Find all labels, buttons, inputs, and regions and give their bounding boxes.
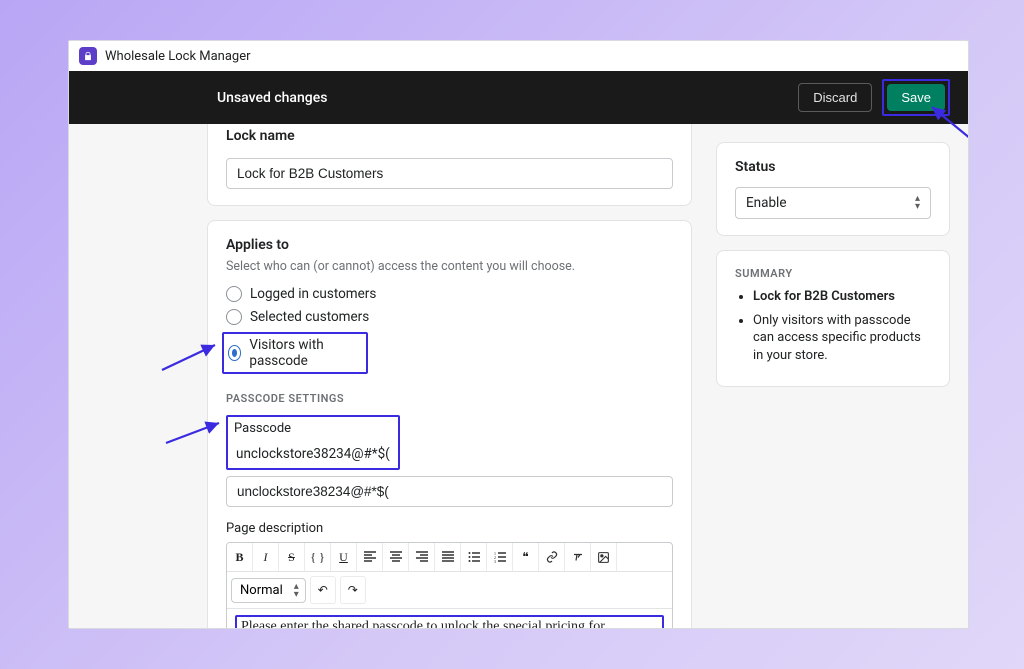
radio-icon — [226, 286, 242, 302]
radio-label: Logged in customers — [250, 286, 376, 302]
list-ol-button[interactable]: 123 — [487, 543, 513, 571]
radio-icon — [228, 345, 241, 361]
quote-button[interactable]: ❝ — [513, 543, 539, 571]
bold-button[interactable]: B — [227, 543, 253, 571]
status-value: Enable — [746, 195, 787, 211]
format-select[interactable]: Normal ▴▾ — [231, 578, 306, 603]
align-right-button[interactable] — [409, 543, 435, 571]
status-select[interactable]: Enable ▴▾ — [735, 187, 931, 219]
status-card: Status Enable ▴▾ — [716, 142, 950, 236]
passcode-section-label: PASSCODE SETTINGS — [226, 392, 673, 405]
summary-card: SUMMARY Lock for B2B Customers Only visi… — [716, 250, 950, 387]
save-button-highlight: Save — [882, 79, 950, 116]
radio-label: Selected customers — [250, 309, 369, 325]
page-description-label: Page description — [226, 521, 673, 536]
app-window: Wholesale Lock Manager Unsaved changes D… — [68, 40, 969, 629]
link-button[interactable] — [539, 543, 565, 571]
strike-button[interactable]: S — [279, 543, 305, 571]
app-title: Wholesale Lock Manager — [105, 49, 251, 64]
align-center-button[interactable] — [383, 543, 409, 571]
image-button[interactable] — [591, 543, 617, 571]
applies-to-card: Applies to Select who can (or cannot) ac… — [207, 220, 692, 628]
passcode-highlight: Passcode unclockstore38234@#*$( — [226, 415, 400, 470]
align-justify-button[interactable] — [435, 543, 461, 571]
unsaved-changes-bar: Unsaved changes Discard Save — [69, 71, 968, 124]
code-button[interactable]: { } — [305, 543, 331, 571]
editor-text: Please enter the shared passcode to unlo… — [241, 619, 605, 628]
passcode-label: Passcode — [234, 421, 392, 436]
page-content: Lock name Applies to Select who can (or … — [69, 124, 968, 628]
applies-to-subtitle: Select who can (or cannot) access the co… — [226, 259, 673, 274]
annotation-arrow — [160, 340, 222, 374]
lock-name-label: Lock name — [226, 128, 673, 144]
radio-visitors-passcode[interactable]: Visitors with passcode — [222, 332, 673, 374]
summary-title: SUMMARY — [735, 267, 931, 280]
radio-highlight: Visitors with passcode — [222, 332, 368, 374]
discard-button[interactable]: Discard — [798, 83, 872, 112]
align-left-button[interactable] — [357, 543, 383, 571]
chevron-updown-icon: ▴▾ — [294, 583, 299, 599]
italic-button[interactable]: I — [253, 543, 279, 571]
main-column: Lock name Applies to Select who can (or … — [207, 124, 692, 610]
undo-button[interactable]: ↶ — [310, 576, 336, 604]
passcode-input[interactable] — [226, 476, 673, 507]
summary-item: Lock for B2B Customers — [753, 288, 931, 306]
chevron-updown-icon: ▴▾ — [915, 195, 920, 211]
list-ul-button[interactable] — [461, 543, 487, 571]
lock-name-card: Lock name — [207, 124, 692, 206]
format-value: Normal — [240, 583, 283, 598]
clear-format-button[interactable] — [565, 543, 591, 571]
summary-list: Lock for B2B Customers Only visitors wit… — [735, 288, 931, 364]
applies-to-title: Applies to — [226, 237, 673, 253]
summary-item: Only visitors with passcode can access s… — [753, 312, 931, 365]
unsaved-label: Unsaved changes — [217, 90, 327, 106]
radio-selected-customers[interactable]: Selected customers — [226, 309, 673, 325]
radio-icon — [226, 309, 242, 325]
editor-toolbar: B I S { } U — [227, 543, 672, 572]
radio-label: Visitors with passcode — [249, 337, 360, 369]
status-title: Status — [735, 159, 931, 175]
editor-text-highlight: Please enter the shared passcode to unlo… — [235, 615, 664, 628]
lock-name-input[interactable] — [226, 158, 673, 189]
editor-body[interactable]: Please enter the shared passcode to unlo… — [227, 609, 672, 628]
passcode-value-preview: unclockstore38234@#*$( — [234, 442, 392, 462]
annotation-arrow — [164, 417, 226, 447]
underline-button[interactable]: U — [331, 543, 357, 571]
redo-button[interactable]: ↷ — [340, 576, 366, 604]
save-button[interactable]: Save — [887, 84, 945, 111]
app-icon — [79, 47, 97, 65]
titlebar: Wholesale Lock Manager — [69, 41, 968, 71]
radio-logged-in[interactable]: Logged in customers — [226, 286, 673, 302]
rich-text-editor: B I S { } U — [226, 542, 673, 628]
side-column: Status Enable ▴▾ SUMMARY Lock for B2B Cu… — [716, 124, 950, 610]
svg-text:3: 3 — [494, 559, 496, 563]
